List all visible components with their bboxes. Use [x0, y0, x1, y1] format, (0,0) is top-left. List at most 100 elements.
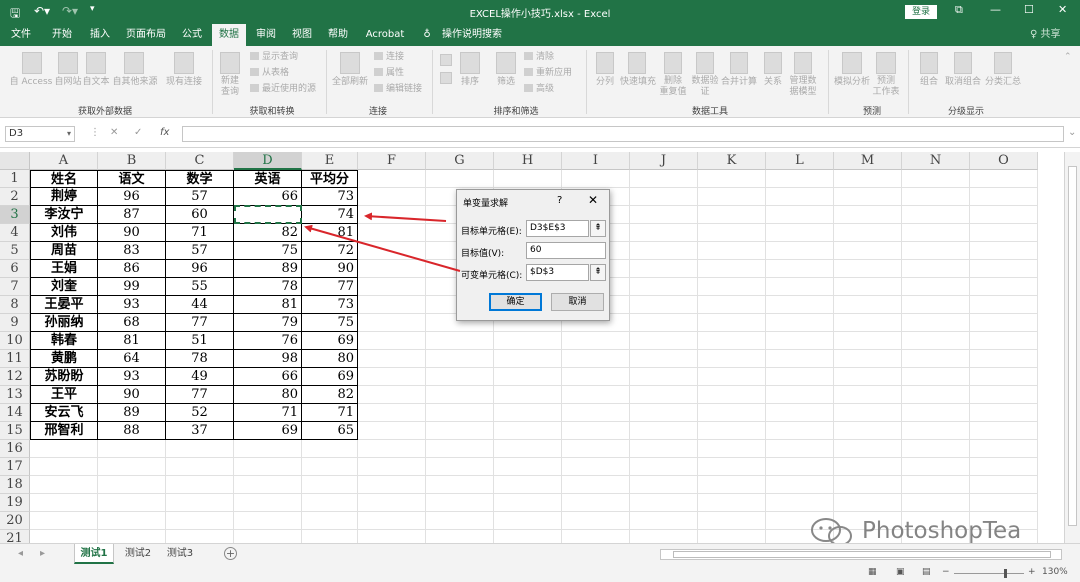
- student-name-cell[interactable]: 孙丽纳: [30, 314, 98, 332]
- row-header-18[interactable]: 18: [0, 476, 30, 494]
- row-header-6[interactable]: 6: [0, 260, 30, 278]
- cell[interactable]: [494, 476, 562, 494]
- ok-button[interactable]: 确定: [489, 293, 542, 311]
- vertical-scroll-thumb[interactable]: [1068, 166, 1077, 526]
- score-cell[interactable]: 93: [98, 296, 166, 314]
- cell[interactable]: [834, 458, 902, 476]
- score-cell[interactable]: 81: [98, 332, 166, 350]
- row-header-12[interactable]: 12: [0, 368, 30, 386]
- forecast-sheet-button[interactable]: 预测 工作表: [870, 76, 902, 98]
- cell[interactable]: [98, 476, 166, 494]
- cell[interactable]: [494, 440, 562, 458]
- cell[interactable]: [834, 404, 902, 422]
- score-cell[interactable]: 88: [98, 422, 166, 440]
- advanced-filter-button[interactable]: 高级: [524, 84, 554, 95]
- score-cell[interactable]: 87: [98, 206, 166, 224]
- cell[interactable]: [834, 296, 902, 314]
- tell-me-search[interactable]: 操作说明搜索: [438, 24, 506, 46]
- tab-review[interactable]: 审阅: [250, 24, 282, 46]
- cell[interactable]: [358, 440, 426, 458]
- cell[interactable]: [426, 332, 494, 350]
- cell[interactable]: [834, 494, 902, 512]
- cell[interactable]: [902, 206, 970, 224]
- row-header-11[interactable]: 11: [0, 350, 30, 368]
- score-cell[interactable]: 55: [166, 278, 234, 296]
- score-cell[interactable]: 90: [98, 224, 166, 242]
- cell[interactable]: [426, 170, 494, 188]
- cell[interactable]: [426, 512, 494, 530]
- cell[interactable]: [970, 278, 1038, 296]
- cell[interactable]: [426, 404, 494, 422]
- row-header-17[interactable]: 17: [0, 458, 30, 476]
- cell[interactable]: [234, 512, 302, 530]
- score-cell[interactable]: 79: [234, 314, 302, 332]
- cell[interactable]: [494, 458, 562, 476]
- cell[interactable]: [698, 458, 766, 476]
- cell[interactable]: [698, 188, 766, 206]
- zoom-slider[interactable]: [954, 573, 1024, 574]
- cell[interactable]: [698, 368, 766, 386]
- expand-formula-bar-icon[interactable]: ⌄: [1068, 127, 1076, 138]
- row-header-15[interactable]: 15: [0, 422, 30, 440]
- student-name-cell[interactable]: 安云飞: [30, 404, 98, 422]
- cell[interactable]: [562, 422, 630, 440]
- cell[interactable]: [98, 440, 166, 458]
- cell[interactable]: [358, 242, 426, 260]
- cell[interactable]: [494, 332, 562, 350]
- column-header-a[interactable]: A: [30, 152, 98, 170]
- dialog-close-icon[interactable]: ✕: [588, 193, 598, 207]
- score-cell[interactable]: 72: [302, 242, 358, 260]
- table-header-cell[interactable]: 姓名: [30, 170, 98, 188]
- from-text-button[interactable]: 自文本: [78, 77, 114, 88]
- from-table-button[interactable]: 从表格: [250, 68, 289, 79]
- cell[interactable]: [698, 386, 766, 404]
- cell[interactable]: [766, 440, 834, 458]
- filter-button[interactable]: 筛选: [490, 77, 522, 88]
- cell[interactable]: [698, 260, 766, 278]
- cell[interactable]: [766, 206, 834, 224]
- cell[interactable]: [302, 440, 358, 458]
- horizontal-scrollbar[interactable]: [660, 549, 1062, 560]
- cell[interactable]: [766, 296, 834, 314]
- cell[interactable]: [358, 224, 426, 242]
- cell[interactable]: [562, 404, 630, 422]
- table-header-cell[interactable]: 平均分: [302, 170, 358, 188]
- score-cell[interactable]: 82: [302, 386, 358, 404]
- cell[interactable]: [902, 458, 970, 476]
- cell[interactable]: [902, 422, 970, 440]
- cell[interactable]: [30, 476, 98, 494]
- cell[interactable]: [834, 188, 902, 206]
- data-validation-button[interactable]: 数据验 证: [688, 76, 722, 98]
- cell[interactable]: [902, 260, 970, 278]
- cell[interactable]: [698, 494, 766, 512]
- row-header-10[interactable]: 10: [0, 332, 30, 350]
- cell[interactable]: [562, 440, 630, 458]
- cell[interactable]: [834, 314, 902, 332]
- cell[interactable]: [902, 440, 970, 458]
- cell[interactable]: [358, 512, 426, 530]
- cell[interactable]: [698, 242, 766, 260]
- cell[interactable]: [902, 188, 970, 206]
- cell[interactable]: [494, 368, 562, 386]
- score-cell[interactable]: 71: [302, 404, 358, 422]
- cell[interactable]: [834, 260, 902, 278]
- cell[interactable]: [358, 476, 426, 494]
- cell[interactable]: [834, 350, 902, 368]
- cell[interactable]: [902, 404, 970, 422]
- row-header-1[interactable]: 1: [0, 170, 30, 188]
- score-cell[interactable]: 71: [234, 404, 302, 422]
- cell[interactable]: [630, 494, 698, 512]
- cell[interactable]: [766, 242, 834, 260]
- cell[interactable]: [166, 476, 234, 494]
- cell[interactable]: [970, 188, 1038, 206]
- score-cell[interactable]: 89: [98, 404, 166, 422]
- sheet-tab-2[interactable]: 测试2: [118, 544, 158, 564]
- cell[interactable]: [562, 368, 630, 386]
- cell[interactable]: [358, 314, 426, 332]
- student-name-cell[interactable]: 苏盼盼: [30, 368, 98, 386]
- cell[interactable]: [358, 170, 426, 188]
- cell[interactable]: [970, 458, 1038, 476]
- score-cell[interactable]: 78: [234, 278, 302, 296]
- formula-input[interactable]: [182, 126, 1064, 142]
- cell[interactable]: [834, 170, 902, 188]
